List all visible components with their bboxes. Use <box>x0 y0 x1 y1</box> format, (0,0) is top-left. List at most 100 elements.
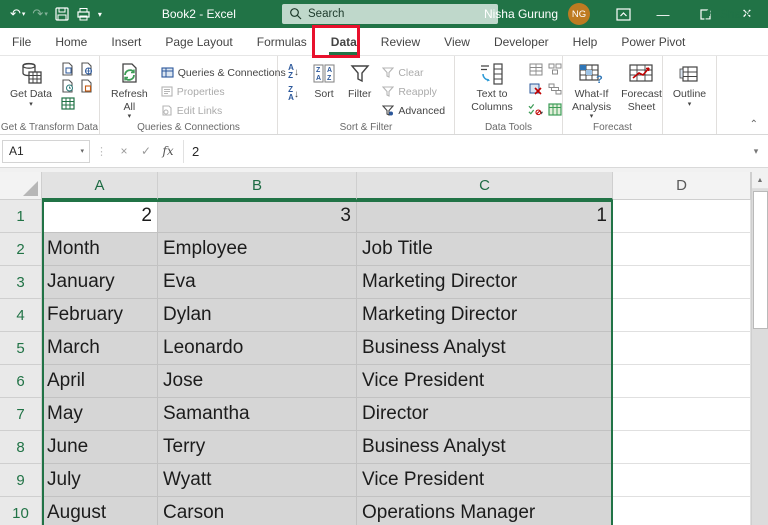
cell-A2[interactable]: Month <box>42 233 158 266</box>
cell-B9[interactable]: Wyatt <box>158 464 357 497</box>
tab-review[interactable]: Review <box>369 28 432 56</box>
share-button[interactable]: Share <box>695 3 760 25</box>
cell-D10[interactable] <box>613 497 751 525</box>
insert-function-button[interactable]: fx <box>157 144 179 158</box>
outline-button[interactable]: Outline ▾ <box>670 60 709 110</box>
name-box-dropdown-icon[interactable]: ▾ <box>80 147 84 155</box>
cell-A1[interactable]: 2 <box>42 200 158 233</box>
get-data-button[interactable]: Get Data ▾ <box>7 60 55 110</box>
cell-C1[interactable]: 1 <box>357 200 613 233</box>
user-name[interactable]: Nisha Gurung <box>484 7 558 21</box>
vertical-scrollbar[interactable]: ▲ <box>751 172 768 525</box>
tab-home[interactable]: Home <box>43 28 99 56</box>
row-header-5[interactable]: 5 <box>0 332 42 365</box>
row-header-4[interactable]: 4 <box>0 299 42 332</box>
tab-data[interactable]: Data <box>319 28 369 56</box>
from-table-range-icon[interactable] <box>60 96 75 110</box>
existing-connections-icon[interactable] <box>79 79 94 93</box>
cell-D9[interactable] <box>613 464 751 497</box>
enter-entry-button[interactable]: ✓ <box>135 144 157 158</box>
sort-button[interactable]: ZAAZ Sort <box>309 60 339 102</box>
cell-B6[interactable]: Jose <box>158 365 357 398</box>
filter-button[interactable]: Filter <box>345 60 374 102</box>
sort-ascending-icon[interactable]: A Z ↓ <box>286 64 301 80</box>
tab-developer[interactable]: Developer <box>482 28 561 56</box>
cell-D3[interactable] <box>613 266 751 299</box>
minimize-button[interactable]: — <box>642 0 684 28</box>
sort-descending-icon[interactable]: Z A ↓ <box>286 86 301 102</box>
column-header-a[interactable]: A <box>42 172 158 200</box>
cell-D4[interactable] <box>613 299 751 332</box>
cell-C8[interactable]: Business Analyst <box>357 431 613 464</box>
recent-sources-icon[interactable] <box>60 79 75 93</box>
cell-A10[interactable]: August <box>42 497 158 525</box>
row-header-3[interactable]: 3 <box>0 266 42 299</box>
cell-B5[interactable]: Leonardo <box>158 332 357 365</box>
reapply-filter-button[interactable]: Reapply <box>382 83 445 100</box>
redo-button[interactable]: ↷ ▾ <box>30 6 49 22</box>
what-if-analysis-button[interactable]: ? What-If Analysis ▾ <box>569 60 614 123</box>
ribbon-display-options-icon[interactable] <box>604 0 642 28</box>
cell-D6[interactable] <box>613 365 751 398</box>
cell-D5[interactable] <box>613 332 751 365</box>
forecast-sheet-button[interactable]: Forecast Sheet <box>618 60 665 114</box>
text-to-columns-button[interactable]: Text to Columns <box>461 60 523 114</box>
column-header-b[interactable]: B <box>158 172 357 200</box>
tab-page-layout[interactable]: Page Layout <box>153 28 244 56</box>
relationships-icon[interactable] <box>547 82 562 96</box>
cell-A9[interactable]: July <box>42 464 158 497</box>
cell-A3[interactable]: January <box>42 266 158 299</box>
cell-B8[interactable]: Terry <box>158 431 357 464</box>
cell-D2[interactable] <box>613 233 751 266</box>
row-header-1[interactable]: 1 <box>0 200 42 233</box>
cell-A4[interactable]: February <box>42 299 158 332</box>
cell-D8[interactable] <box>613 431 751 464</box>
cell-D1[interactable] <box>613 200 751 233</box>
formula-input[interactable]: 2 <box>183 139 744 163</box>
cell-C5[interactable]: Business Analyst <box>357 332 613 365</box>
name-box[interactable]: A1 ▾ <box>2 139 90 163</box>
refresh-all-button[interactable]: Refresh All ▾ <box>108 60 151 123</box>
cell-B7[interactable]: Samantha <box>158 398 357 431</box>
consolidate-icon[interactable] <box>547 62 562 76</box>
remove-duplicates-icon[interactable] <box>528 82 543 96</box>
tab-file[interactable]: File <box>0 28 43 56</box>
print-icon[interactable] <box>74 7 93 21</box>
cell-C6[interactable]: Vice President <box>357 365 613 398</box>
column-header-c[interactable]: C <box>357 172 613 200</box>
scrollbar-thumb[interactable] <box>753 191 768 329</box>
clear-filter-button[interactable]: Clear <box>382 64 445 81</box>
avatar[interactable]: NG <box>568 3 590 25</box>
tab-power-pivot[interactable]: Power Pivot <box>609 28 697 56</box>
cell-A5[interactable]: March <box>42 332 158 365</box>
collapse-ribbon-icon[interactable]: ⌃ <box>750 119 758 130</box>
row-header-2[interactable]: 2 <box>0 233 42 266</box>
row-header-6[interactable]: 6 <box>0 365 42 398</box>
save-icon[interactable] <box>53 7 71 21</box>
cell-B10[interactable]: Carson <box>158 497 357 525</box>
cell-C2[interactable]: Job Title <box>357 233 613 266</box>
cell-A7[interactable]: May <box>42 398 158 431</box>
column-header-d[interactable]: D <box>613 172 751 200</box>
data-validation-icon[interactable]: ▾ <box>528 102 543 116</box>
row-header-7[interactable]: 7 <box>0 398 42 431</box>
manage-data-model-icon[interactable] <box>547 102 562 116</box>
cell-D7[interactable] <box>613 398 751 431</box>
cell-A6[interactable]: April <box>42 365 158 398</box>
cell-B2[interactable]: Employee <box>158 233 357 266</box>
edit-links-button[interactable]: Edit Links <box>161 102 286 119</box>
expand-formula-bar-icon[interactable]: ▾ <box>744 146 768 157</box>
advanced-filter-button[interactable]: Advanced <box>382 102 445 119</box>
select-all-corner[interactable] <box>0 172 42 200</box>
search-input[interactable]: Search <box>282 4 498 24</box>
flash-fill-icon[interactable] <box>528 62 543 76</box>
cell-C9[interactable]: Vice President <box>357 464 613 497</box>
row-header-9[interactable]: 9 <box>0 464 42 497</box>
tab-help[interactable]: Help <box>561 28 610 56</box>
cell-C7[interactable]: Director <box>357 398 613 431</box>
from-web-icon[interactable] <box>79 62 94 76</box>
customize-qat-icon[interactable]: ▾ <box>96 10 104 19</box>
cell-A8[interactable]: June <box>42 431 158 464</box>
properties-button[interactable]: Properties <box>161 83 286 100</box>
cell-C10[interactable]: Operations Manager <box>357 497 613 525</box>
